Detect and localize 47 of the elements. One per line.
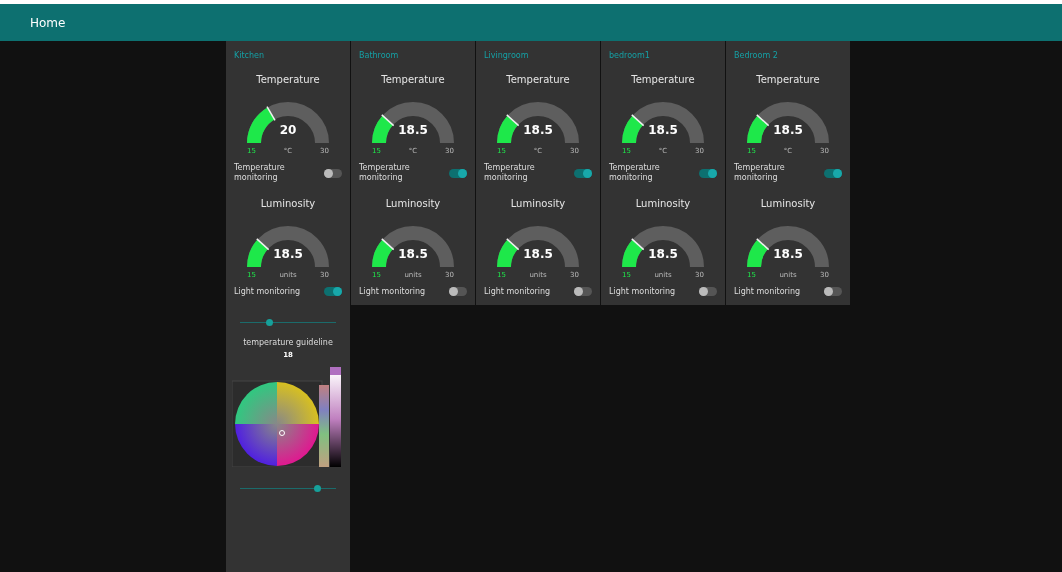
gauge-title: Temperature (381, 74, 445, 85)
toggle-switch[interactable] (699, 168, 717, 178)
toggle-switch[interactable] (324, 287, 342, 297)
toggle-label: Light monitoring (234, 286, 302, 298)
room-name: Bathroom (359, 51, 399, 60)
gauge-value: 18.5 (272, 246, 304, 261)
toggle-label: Temperature monitoring (234, 163, 286, 184)
toggle-label: Light monitoring (359, 286, 427, 298)
gauge-title: Luminosity (635, 197, 691, 209)
guideline-label: temperature guideline (243, 338, 333, 348)
gauge-value: 18.5 (522, 123, 554, 137)
toggle-switch[interactable] (324, 168, 342, 178)
gauge-value: 18.5 (647, 123, 679, 137)
room-name: Kitchen (234, 51, 265, 60)
gauge-title: Luminosity (760, 197, 816, 209)
gauge-value: 18.5 (772, 123, 804, 137)
toggle-switch[interactable] (574, 168, 592, 178)
toggle-label: Temperature monitoring (609, 163, 661, 184)
room-name: bedroom1 (609, 51, 650, 60)
gauge-value: 18.5 (772, 246, 804, 261)
toggle-label: Light monitoring (734, 286, 802, 298)
gauge-title: Luminosity (510, 197, 566, 209)
toggle-label: Light monitoring (484, 286, 552, 298)
room-name: Bedroom 2 (734, 51, 778, 60)
gauge-value: 18.5 (397, 246, 429, 261)
gauge-title: Temperature (256, 74, 320, 85)
toggle-switch[interactable] (574, 287, 592, 297)
gauge-title: Temperature (756, 74, 820, 85)
gauge-title: Temperature (631, 74, 695, 85)
gauge-title: Luminosity (385, 197, 441, 209)
gauge-value: 18.5 (647, 246, 679, 261)
room-name: Livingroom (484, 51, 529, 60)
toggle-switch[interactable] (824, 168, 842, 178)
home-title[interactable]: Home (30, 15, 66, 30)
gauge-title: Luminosity (260, 197, 316, 209)
toggle-switch[interactable] (449, 287, 467, 297)
toggle-label: Temperature monitoring (484, 163, 536, 184)
toggle-label: Temperature monitoring (359, 163, 411, 184)
gauge-value: 18.5 (397, 123, 429, 137)
gauge-value: 20 (278, 123, 298, 137)
toggle-switch[interactable] (824, 287, 842, 297)
gauge-value: 18.5 (522, 246, 554, 261)
toggle-switch[interactable] (449, 168, 467, 178)
gauge-title: Temperature (506, 74, 570, 85)
toggle-label: Light monitoring (609, 286, 677, 298)
toggle-switch[interactable] (699, 287, 717, 297)
toggle-label: Temperature monitoring (734, 163, 786, 184)
